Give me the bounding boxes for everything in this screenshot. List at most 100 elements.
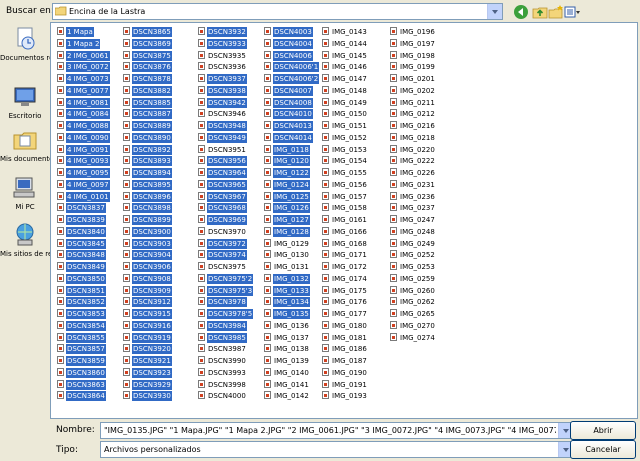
file-item[interactable]: IMG_0193 bbox=[320, 390, 385, 402]
file-item[interactable]: 4 IMG_0101 bbox=[55, 191, 120, 203]
file-item[interactable]: DSCN3845 bbox=[55, 238, 120, 250]
lookin-combo[interactable]: Encina de la Lastra bbox=[52, 3, 503, 20]
file-item[interactable]: IMG_0211 bbox=[388, 97, 453, 109]
file-item[interactable]: IMG_0187 bbox=[320, 355, 385, 367]
file-item[interactable]: IMG_0150 bbox=[320, 108, 385, 120]
file-item[interactable]: IMG_0129 bbox=[262, 238, 327, 250]
file-item[interactable]: DSCN3951 bbox=[196, 144, 261, 156]
file-item[interactable]: DSCN3948 bbox=[196, 120, 261, 132]
file-item[interactable]: DSCN3974 bbox=[196, 249, 261, 261]
file-item[interactable]: DSCN3975'2 bbox=[196, 273, 261, 285]
file-item[interactable]: DSCN3908 bbox=[121, 273, 186, 285]
new-folder-icon[interactable] bbox=[548, 4, 564, 20]
file-item[interactable]: DSCN3920 bbox=[121, 343, 186, 355]
file-item[interactable]: DSCN3993 bbox=[196, 367, 261, 379]
file-item[interactable]: IMG_0140 bbox=[262, 367, 327, 379]
file-item[interactable]: DSCN3903 bbox=[121, 238, 186, 250]
file-item[interactable]: DSCN3895 bbox=[121, 179, 186, 191]
back-icon[interactable] bbox=[513, 4, 529, 20]
file-item[interactable]: DSCN3967 bbox=[196, 191, 261, 203]
file-item[interactable]: IMG_0198 bbox=[388, 50, 453, 62]
file-item[interactable]: IMG_0176 bbox=[320, 296, 385, 308]
file-item[interactable]: DSCN3906 bbox=[121, 261, 186, 273]
file-item[interactable]: IMG_0180 bbox=[320, 320, 385, 332]
file-item[interactable]: DSCN3893 bbox=[121, 155, 186, 167]
file-item[interactable]: DSCN3935 bbox=[196, 50, 261, 62]
file-item[interactable]: DSCN3990 bbox=[196, 355, 261, 367]
up-folder-icon[interactable] bbox=[532, 4, 548, 20]
filename-input[interactable]: "IMG_0135.JPG" "1 Mapa.JPG" "1 Mapa 2.JP… bbox=[104, 426, 556, 435]
file-item[interactable]: IMG_0149 bbox=[320, 97, 385, 109]
file-item[interactable]: IMG_0212 bbox=[388, 108, 453, 120]
file-item[interactable]: DSCN3975 bbox=[196, 261, 261, 273]
file-item[interactable]: DSCN3839 bbox=[55, 214, 120, 226]
place-my-documents[interactable]: Mis documentos bbox=[0, 127, 50, 163]
place-desktop[interactable]: Escritorio bbox=[0, 84, 50, 120]
file-item[interactable]: IMG_0237 bbox=[388, 202, 453, 214]
file-item[interactable]: DSCN3890 bbox=[121, 132, 186, 144]
file-item[interactable]: 4 IMG_0084 bbox=[55, 108, 120, 120]
file-item[interactable]: IMG_0181 bbox=[320, 332, 385, 344]
file-item[interactable]: IMG_0236 bbox=[388, 191, 453, 203]
file-item[interactable]: DSCN3933 bbox=[196, 38, 261, 50]
file-item[interactable]: DSCN3942 bbox=[196, 97, 261, 109]
file-item[interactable]: IMG_0196 bbox=[388, 26, 453, 38]
file-item[interactable]: IMG_0161 bbox=[320, 214, 385, 226]
file-item[interactable]: DSCN3852 bbox=[55, 296, 120, 308]
file-item[interactable]: DSCN3978'5 bbox=[196, 308, 261, 320]
file-item[interactable]: IMG_0139 bbox=[262, 355, 327, 367]
file-item[interactable]: DSCN3878 bbox=[121, 73, 186, 85]
file-item[interactable]: 1 Mapa 2 bbox=[55, 38, 120, 50]
file-item[interactable]: DSCN4014 bbox=[262, 132, 327, 144]
file-item[interactable]: IMG_0134 bbox=[262, 296, 327, 308]
file-item[interactable]: 1 Mapa bbox=[55, 26, 120, 38]
file-item[interactable]: IMG_0172 bbox=[320, 261, 385, 273]
file-item[interactable]: DSCN3851 bbox=[55, 285, 120, 297]
file-item[interactable]: IMG_0171 bbox=[320, 249, 385, 261]
file-item[interactable]: IMG_0136 bbox=[262, 320, 327, 332]
file-item[interactable]: IMG_0130 bbox=[262, 249, 327, 261]
file-item[interactable]: DSCN4013 bbox=[262, 120, 327, 132]
file-item[interactable]: IMG_0220 bbox=[388, 144, 453, 156]
file-item[interactable]: DSCN3949 bbox=[196, 132, 261, 144]
file-item[interactable]: IMG_0125 bbox=[262, 191, 327, 203]
file-item[interactable]: DSCN3946 bbox=[196, 108, 261, 120]
file-item[interactable]: IMG_0132 bbox=[262, 273, 327, 285]
file-item[interactable]: 4 IMG_0088 bbox=[55, 120, 120, 132]
file-item[interactable]: DSCN3860 bbox=[55, 367, 120, 379]
file-item[interactable]: DSCN4007 bbox=[262, 85, 327, 97]
file-item[interactable]: IMG_0168 bbox=[320, 238, 385, 250]
file-item[interactable]: IMG_0216 bbox=[388, 120, 453, 132]
open-button[interactable]: Abrir bbox=[570, 421, 636, 440]
file-item[interactable]: IMG_0152 bbox=[320, 132, 385, 144]
file-item[interactable]: IMG_0133 bbox=[262, 285, 327, 297]
file-item[interactable]: IMG_0155 bbox=[320, 167, 385, 179]
file-item[interactable]: 4 IMG_0097 bbox=[55, 179, 120, 191]
file-item[interactable]: IMG_0137 bbox=[262, 332, 327, 344]
file-item[interactable]: DSCN3909 bbox=[121, 285, 186, 297]
file-item[interactable]: IMG_0153 bbox=[320, 144, 385, 156]
file-item[interactable]: IMG_0191 bbox=[320, 379, 385, 391]
file-item[interactable]: DSCN3855 bbox=[55, 332, 120, 344]
file-item[interactable]: IMG_0156 bbox=[320, 179, 385, 191]
file-item[interactable]: DSCN3840 bbox=[55, 226, 120, 238]
file-item[interactable]: IMG_0218 bbox=[388, 132, 453, 144]
file-item[interactable]: DSCN3882 bbox=[121, 85, 186, 97]
file-item[interactable]: DSCN4008 bbox=[262, 97, 327, 109]
file-item[interactable]: 4 IMG_0077 bbox=[55, 85, 120, 97]
file-item[interactable]: IMG_0231 bbox=[388, 179, 453, 191]
file-item[interactable]: DSCN3849 bbox=[55, 261, 120, 273]
chevron-down-icon[interactable] bbox=[487, 4, 502, 19]
file-item[interactable]: DSCN3985 bbox=[196, 332, 261, 344]
file-item[interactable]: IMG_0177 bbox=[320, 308, 385, 320]
file-item[interactable]: DSCN3885 bbox=[121, 97, 186, 109]
file-item[interactable]: IMG_0142 bbox=[262, 390, 327, 402]
file-item[interactable]: IMG_0148 bbox=[320, 85, 385, 97]
file-item[interactable]: DSCN3923 bbox=[121, 367, 186, 379]
file-item[interactable]: DSCN3915 bbox=[121, 308, 186, 320]
file-item[interactable]: DSCN4000 bbox=[196, 390, 261, 402]
file-item[interactable]: DSCN3864 bbox=[55, 390, 120, 402]
file-item[interactable]: DSCN3854 bbox=[55, 320, 120, 332]
file-item[interactable]: DSCN3984 bbox=[196, 320, 261, 332]
file-item[interactable]: IMG_0265 bbox=[388, 308, 453, 320]
